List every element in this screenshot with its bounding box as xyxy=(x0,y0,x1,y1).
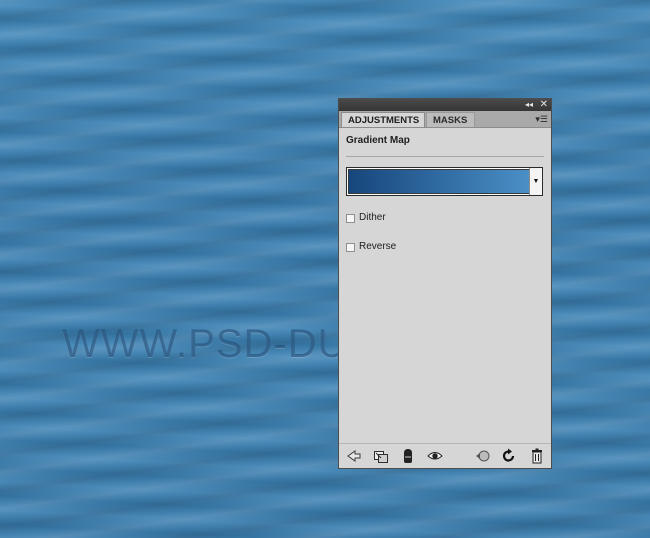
panel-menu-icon[interactable]: ▾☰ xyxy=(535,112,548,126)
collapse-icon[interactable]: ◂◂ xyxy=(525,100,533,110)
clip-expand-icon[interactable] xyxy=(373,448,389,464)
delete-icon[interactable] xyxy=(529,448,545,464)
reverse-option[interactable]: Reverse xyxy=(346,241,396,253)
panel-toolbar xyxy=(339,443,551,468)
panel-titlebar: ◂◂ ✕ xyxy=(339,99,551,111)
dither-checkbox[interactable] xyxy=(346,213,355,223)
tab-masks[interactable]: MASKS xyxy=(426,112,475,127)
reverse-checkbox[interactable] xyxy=(346,242,355,252)
dither-label: Dither xyxy=(359,212,386,223)
panel-tabbar: ADJUSTMENTS MASKS ▾☰ xyxy=(339,111,551,128)
layer-clip-icon[interactable] xyxy=(400,448,416,464)
gradient-picker[interactable]: ▼ xyxy=(346,167,543,196)
visibility-eye-icon[interactable] xyxy=(427,448,443,464)
reset-icon[interactable] xyxy=(501,448,517,464)
tab-adjustments[interactable]: ADJUSTMENTS xyxy=(341,112,425,127)
reverse-label: Reverse xyxy=(359,241,397,252)
back-arrow-icon[interactable] xyxy=(346,448,362,464)
close-icon[interactable]: ✕ xyxy=(540,99,548,110)
divider xyxy=(346,156,544,157)
water-background xyxy=(0,0,650,538)
dither-option[interactable]: Dither xyxy=(346,212,386,224)
previous-state-icon[interactable] xyxy=(475,448,491,464)
dropdown-arrow-icon[interactable]: ▼ xyxy=(529,168,542,195)
panel-title: Gradient Map xyxy=(346,135,410,146)
gradient-swatch[interactable] xyxy=(348,169,530,194)
adjustments-panel: ◂◂ ✕ ADJUSTMENTS MASKS ▾☰ Gradient Map ▼… xyxy=(338,98,552,469)
